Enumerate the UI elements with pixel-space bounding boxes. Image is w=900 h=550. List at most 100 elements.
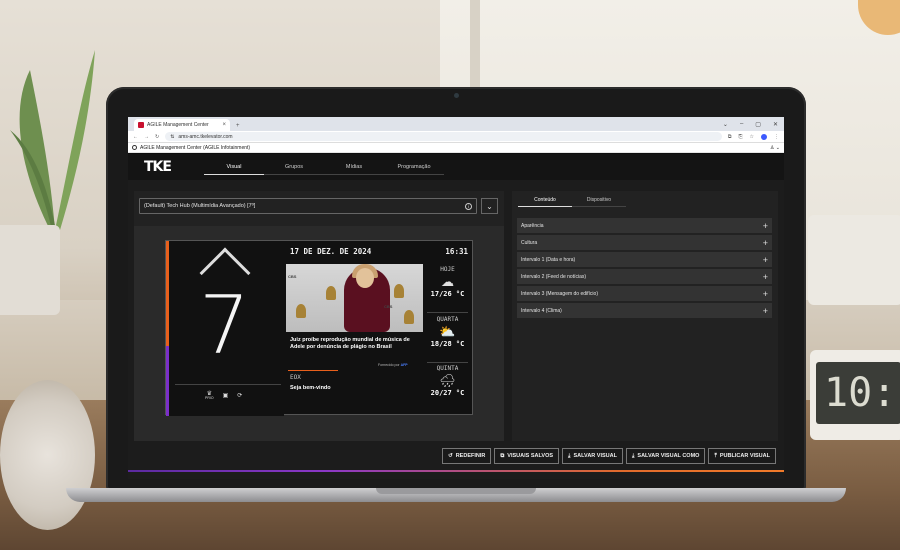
elevator-display-preview: 7 ♛ PRIO ▣ ⟳ 17 DE DEZ. DE 2024 16:31 CB…: [165, 240, 474, 416]
site-info-icon[interactable]: ⇅: [170, 134, 174, 140]
display-content: 17 DE DEZ. DE 2024 16:31 CBS CBS Juiz pr…: [284, 241, 474, 416]
news-image: CBS CBS: [286, 264, 423, 332]
weather-wednesday: QUARTA ⛅ 18/28 °C: [424, 316, 471, 348]
accessibility-icon: ⟳: [237, 393, 243, 400]
plus-icon[interactable]: +: [763, 221, 768, 231]
info-icon[interactable]: i: [465, 202, 472, 210]
plus-icon[interactable]: +: [763, 289, 768, 299]
forward-icon[interactable]: →: [144, 134, 149, 140]
visual-select[interactable]: (Default) Tech Hub (Multimídia Avançado)…: [139, 198, 477, 214]
browser-toolbar: ← → ↻ ⇅ ams-amc.tkelevator.com ⧉ ⎘ ☆ ⋮: [128, 131, 784, 143]
phone-icon: ▣: [222, 393, 229, 400]
accordion-intervalo-4[interactable]: Intervalo 4 (Clima) +: [517, 303, 772, 318]
profile-avatar[interactable]: [761, 133, 767, 140]
bookmark-star-icon[interactable]: ☆: [750, 134, 754, 140]
rain-icon: 🌧: [439, 373, 456, 388]
accordion-intervalo-1[interactable]: Intervalo 1 (Data e hora) +: [517, 252, 772, 267]
cloud-icon: ☁: [441, 274, 454, 289]
plus-icon[interactable]: +: [763, 238, 768, 248]
maximize-button[interactable]: ▢: [755, 121, 761, 128]
trophy-icon: [404, 310, 414, 324]
external-link-icon: ⧉: [500, 452, 505, 459]
chevron-down-icon[interactable]: ⌄: [481, 198, 498, 214]
accordion-intervalo-3[interactable]: Intervalo 3 (Mensagem do edifício) +: [517, 286, 772, 301]
download-icon: ⤓: [568, 452, 571, 459]
display-time: 16:31: [445, 247, 468, 256]
plus-icon[interactable]: +: [763, 255, 768, 265]
reset-button[interactable]: ↺ REDEFINIR: [442, 448, 492, 464]
accordion-list: Aparência + Cultura + Intervalo 1 (Data e …: [517, 218, 772, 320]
display-date: 17 DE DEZ. DE 2024: [290, 247, 372, 256]
minimize-button[interactable]: –: [740, 121, 743, 128]
plant-left: [10, 50, 95, 230]
desk-clock: 10:1: [810, 350, 900, 440]
download-icon: ⤓: [631, 452, 635, 459]
status-radio-icon: [132, 145, 137, 150]
upload-icon: ⤒: [714, 452, 717, 459]
action-bar: ↺ REDEFINIR ⧉ VISUAIS SALVOS ⤓ SALVAR VISUA…: [442, 448, 776, 464]
translate-icon[interactable]: ⎘: [739, 134, 743, 140]
back-icon[interactable]: ←: [133, 134, 138, 140]
tab-dispositivo[interactable]: Dispositivo: [572, 197, 626, 207]
browser-menu-icon[interactable]: ⋮: [774, 134, 779, 140]
news-headline: Juiz proíbe reprodução mundial de música…: [290, 337, 410, 350]
saved-visuals-button[interactable]: ⧉ VISUAIS SALVOS: [494, 448, 560, 464]
nav-programacao[interactable]: Programação: [384, 160, 444, 175]
tke-favicon-icon: [138, 122, 144, 128]
weather-thursday: QUINTA 🌧 20/27 °C: [424, 365, 471, 397]
floor-indicator: 7 ♛ PRIO ▣ ⟳: [166, 241, 284, 416]
plant-pot-left: [0, 225, 60, 315]
close-window-button[interactable]: ✕: [773, 121, 778, 128]
tke-logo: TKE: [144, 159, 172, 175]
nav-grupos[interactable]: Grupos: [264, 160, 324, 175]
cbs-logo: CBS: [288, 274, 297, 279]
cbs-logo: CBS: [384, 304, 393, 309]
url-text: ams-amc.tkelevator.com: [178, 133, 233, 140]
trophy-icon: [326, 286, 336, 300]
publish-visual-button[interactable]: ⤒ PUBLICAR VISUAL: [708, 448, 776, 464]
settings-pane: Conteúdo Dispositivo Aparência + Cultura +…: [512, 191, 778, 441]
accordion-aparencia[interactable]: Aparência +: [517, 218, 772, 233]
priority-icon: ♛ PRIO: [205, 391, 214, 400]
install-app-icon[interactable]: ⧉: [728, 134, 732, 140]
building-message-title: EOX: [290, 374, 301, 381]
browser-tabstrip: AGILE Management Center × + ⌄ – ▢ ✕: [128, 117, 784, 131]
laptop-screen: AGILE Management Center × + ⌄ – ▢ ✕ ← → …: [128, 117, 784, 479]
trophy-icon: [394, 284, 404, 298]
floor-number: 7: [199, 279, 250, 372]
weather-column: HOJE ☁ 17/26 °C QUARTA ⛅ 18/28 °C QUINTA…: [424, 264, 471, 414]
tab-search-icon[interactable]: ⌄: [723, 121, 728, 128]
clock-display: 10:1: [816, 362, 900, 424]
close-tab-icon[interactable]: ×: [222, 122, 226, 128]
accordion-intervalo-2[interactable]: Intervalo 2 (Feed de notícias) +: [517, 269, 772, 284]
headphones: [0, 380, 95, 530]
floor-status-icons: ♛ PRIO ▣ ⟳: [205, 391, 242, 401]
weather-today: HOJE ☁ 17/26 °C: [424, 266, 471, 298]
user-menu[interactable]: ♙ ⌄: [770, 145, 780, 151]
tab-conteudo[interactable]: Conteúdo: [518, 197, 572, 207]
brand-gradient-line: [128, 470, 784, 472]
building-message-text: Seja bem-vindo: [290, 385, 331, 391]
webcam: [454, 93, 459, 98]
save-visual-as-button[interactable]: ⤓ SALVAR VISUAL COMO: [625, 448, 706, 464]
laptop-base: [66, 488, 846, 502]
tab-title: AGILE Management Center: [147, 122, 209, 128]
reload-icon[interactable]: ↻: [155, 134, 159, 140]
plus-icon[interactable]: +: [763, 272, 768, 282]
plus-icon[interactable]: +: [763, 306, 768, 316]
main-nav: TKE Visual Grupos Mídias Programação: [128, 154, 784, 180]
news-source: Fornecido por AFP: [378, 363, 408, 367]
plant-pot-right: [808, 215, 900, 305]
nav-midias[interactable]: Mídias: [324, 160, 384, 175]
trophy-icon: [296, 304, 306, 318]
visual-select-value: (Default) Tech Hub (Multimídia Avançado)…: [144, 203, 256, 209]
partly-cloudy-icon: ⛅: [439, 324, 456, 339]
nav-visual[interactable]: Visual: [204, 160, 264, 175]
address-bar[interactable]: ⇅ ams-amc.tkelevator.com: [165, 132, 722, 141]
app-header: AGILE Management Center (AGILE Infotainm…: [128, 143, 784, 153]
browser-tab[interactable]: AGILE Management Center ×: [134, 119, 230, 131]
save-visual-button[interactable]: ⤓ SALVAR VISUAL: [562, 448, 623, 464]
reset-icon: ↺: [448, 453, 453, 459]
accordion-cultura[interactable]: Cultura +: [517, 235, 772, 250]
new-tab-button[interactable]: +: [236, 123, 240, 129]
